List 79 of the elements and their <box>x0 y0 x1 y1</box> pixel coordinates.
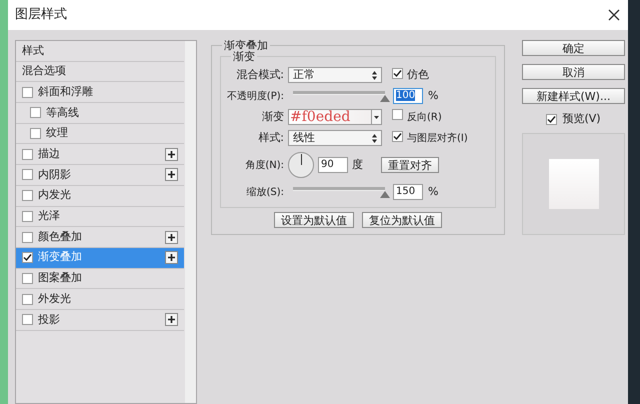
checkbox[interactable] <box>22 232 33 243</box>
effect-label: 光泽 <box>38 208 61 224</box>
effect-label: 等高线 <box>46 104 80 121</box>
checkbox[interactable] <box>22 86 33 98</box>
sidebar-heading: 混合选项 <box>22 63 66 80</box>
close-icon[interactable] <box>608 9 620 21</box>
plus-icon[interactable] <box>165 148 178 161</box>
number-field[interactable]: 150 <box>393 184 423 200</box>
plus-icon[interactable] <box>165 230 178 244</box>
checkbox-label: 反向(R) <box>407 110 442 124</box>
field-label: 缩放(S): <box>245 186 285 200</box>
scrollbar[interactable] <box>185 41 196 403</box>
effect-label: 投影 <box>38 312 61 328</box>
number-field[interactable]: 90 <box>318 157 348 173</box>
checkbox[interactable] <box>22 148 33 160</box>
preview-swatch <box>548 158 598 208</box>
field-label: 不透明度(P): <box>226 90 285 104</box>
checkbox-label: 仿色 <box>407 66 429 83</box>
button[interactable]: 新建样式(W)... <box>522 88 625 104</box>
checkmark-icon <box>23 253 32 262</box>
effect-label: 纹理 <box>46 125 69 142</box>
checkbox[interactable] <box>30 128 41 140</box>
field-label: 角度(N): <box>244 158 285 172</box>
dropdown[interactable]: 正常 <box>288 67 382 83</box>
field-label: 渐变 <box>261 108 285 125</box>
plus-icon[interactable] <box>165 168 178 182</box>
checkbox[interactable] <box>22 272 33 284</box>
sidebar-heading: 样式 <box>22 42 44 59</box>
checkbox[interactable] <box>30 107 41 118</box>
slider-thumb[interactable] <box>380 95 390 102</box>
checkmark-icon <box>393 132 402 141</box>
field-label: 混合模式: <box>235 66 285 83</box>
sidebar-item[interactable]: 光泽 <box>16 206 184 228</box>
sidebar-item[interactable]: 混合选项 <box>16 62 184 82</box>
checkbox[interactable] <box>22 252 33 264</box>
button[interactable]: 取消 <box>522 64 625 80</box>
effect-label: 外发光 <box>38 290 72 307</box>
angle-dial[interactable] <box>288 152 314 178</box>
unit-label: % <box>428 88 438 104</box>
dropdown[interactable]: 线性 <box>288 130 382 146</box>
effect-label: 渐变叠加 <box>38 249 83 266</box>
sidebar-item[interactable]: 图案叠加 <box>16 268 184 290</box>
checkmark-icon <box>393 68 402 78</box>
effect-label: 图案叠加 <box>38 270 83 286</box>
updown-icon <box>372 70 377 80</box>
effect-label: 描边 <box>38 146 61 162</box>
checkbox[interactable] <box>22 294 33 305</box>
plus-icon[interactable] <box>165 313 178 326</box>
annotation-text: #f0eded <box>289 110 352 124</box>
checkbox-label: 预览(V) <box>562 111 601 127</box>
checkbox[interactable] <box>22 190 33 202</box>
button[interactable]: 复位为默认值 <box>362 212 442 228</box>
checkbox[interactable] <box>22 169 33 180</box>
sidebar-item[interactable]: 内阴影 <box>16 165 184 186</box>
button[interactable]: 确定 <box>522 40 625 56</box>
updown-icon <box>372 134 377 142</box>
unit-label: % <box>428 184 438 200</box>
button[interactable]: 重置对齐 <box>381 157 439 173</box>
plus-icon[interactable] <box>165 251 178 264</box>
checkbox[interactable] <box>392 68 403 79</box>
checkbox[interactable] <box>392 130 403 142</box>
checkbox[interactable] <box>546 114 558 125</box>
checkbox[interactable] <box>22 314 33 326</box>
checkbox[interactable] <box>22 210 33 222</box>
window-title: 图层样式 <box>15 6 67 24</box>
slider-thumb[interactable] <box>380 191 390 198</box>
gradient-picker[interactable]: #f0eded <box>288 109 382 125</box>
effect-label: 内阴影 <box>38 166 72 183</box>
caret-icon[interactable] <box>371 110 381 124</box>
number-field[interactable]: 100 <box>393 88 423 104</box>
checkbox[interactable] <box>392 108 403 120</box>
button[interactable]: 设置为默认值 <box>274 212 354 228</box>
checkmark-icon <box>547 114 556 124</box>
effect-label: 颜色叠加 <box>38 228 83 245</box>
effect-label: 斜面和浮雕 <box>38 84 94 100</box>
checkbox-label: 与图层对齐(I) <box>407 132 468 146</box>
field-label: 样式: <box>257 130 285 146</box>
effect-label: 内发光 <box>38 187 72 204</box>
unit-label: 度 <box>352 156 363 173</box>
